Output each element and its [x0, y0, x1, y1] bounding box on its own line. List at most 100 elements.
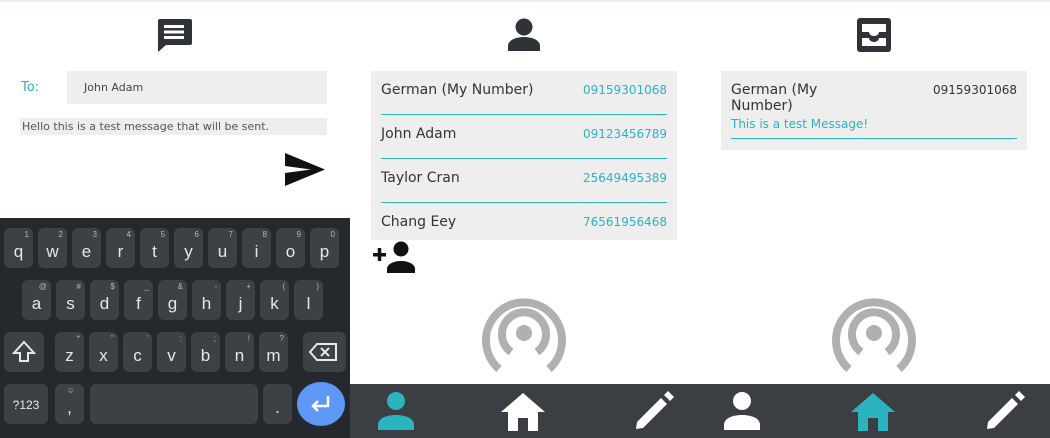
contact-row[interactable]: Chang Eey 76561956468 — [381, 203, 667, 240]
contacts-screen: German (My Number) 09159301068 John Adam… — [350, 0, 700, 438]
key-x[interactable]: x " — [89, 332, 118, 372]
sender-number: 09159301068 — [933, 83, 1017, 97]
wireless-signal-icon — [482, 298, 566, 373]
key-hint: 7 — [228, 230, 233, 239]
key-q[interactable]: q1 — [4, 228, 33, 268]
key-label: m — [266, 346, 281, 365]
symbols-key[interactable]: ?123 — [4, 384, 48, 424]
key-u[interactable]: u7 — [208, 228, 237, 268]
key-hint: ? — [279, 334, 284, 343]
contact-name: Taylor Cran — [381, 170, 460, 186]
key-hint: 4 — [126, 230, 131, 239]
key-l[interactable]: l) — [294, 280, 323, 320]
key-s[interactable]: s # — [56, 280, 85, 320]
contact-row[interactable]: John Adam 09123456789 — [381, 115, 667, 159]
bottom-navbar — [700, 384, 1050, 438]
key-hint: 2 — [58, 230, 63, 239]
key-label: t — [152, 242, 157, 261]
key-hint: # — [76, 282, 81, 291]
key-label: n — [234, 346, 245, 365]
contact-row[interactable]: German (My Number) 09159301068 — [381, 71, 667, 115]
edit-pencil-icon[interactable] — [982, 388, 1028, 434]
person-icon[interactable] — [373, 388, 419, 434]
add-person-icon[interactable] — [373, 241, 416, 273]
enter-icon — [311, 396, 330, 412]
message-card[interactable]: German (My Number) 09159301068 This is a… — [721, 71, 1027, 150]
key-hint: 0 — [330, 230, 335, 239]
top-divider — [700, 0, 1050, 2]
backspace-key[interactable] — [303, 332, 346, 372]
key-label: o — [285, 242, 296, 261]
key-o[interactable]: o9 — [276, 228, 305, 268]
key-hint: ; — [213, 334, 216, 343]
key-hint: + — [246, 282, 251, 291]
key-p[interactable]: p0 — [310, 228, 339, 268]
key-t[interactable]: t5 — [140, 228, 169, 268]
recipient-input[interactable]: John Adam — [67, 71, 327, 104]
contact-number: 09123456789 — [583, 127, 667, 141]
key-hint: 3 — [92, 230, 97, 239]
key-j[interactable]: j + — [226, 280, 255, 320]
key-hint: " — [111, 334, 114, 343]
message-input[interactable]: Hello this is a test message that will b… — [20, 118, 327, 135]
inbox-icon — [857, 18, 891, 52]
key-hint: 6 — [194, 230, 199, 239]
key-label: l — [306, 294, 311, 313]
sender-name: German (My Number) — [731, 82, 818, 114]
period-key[interactable]: . — [263, 384, 292, 424]
key-v[interactable]: v: — [157, 332, 186, 372]
key-hint: ' — [146, 334, 148, 343]
key-hint: * — [76, 334, 80, 343]
key-label: c — [133, 346, 142, 365]
enter-key[interactable] — [297, 382, 345, 426]
key-hint: $ — [110, 282, 115, 291]
key-label: ?123 — [12, 398, 40, 412]
key-hint: 9 — [296, 230, 301, 239]
key-i[interactable]: i8 — [242, 228, 271, 268]
key-z[interactable]: z * — [55, 332, 84, 372]
key-label: s — [66, 294, 75, 313]
home-icon[interactable] — [500, 388, 546, 434]
key-hint: ) — [316, 282, 319, 291]
contact-name: German (My Number) — [381, 82, 534, 98]
shift-key[interactable] — [4, 332, 44, 372]
key-c[interactable]: c ' — [123, 332, 152, 372]
onscreen-keyboard: q 1 w 2 e 3 r 4 t 5 y 6 u 7 i 8 o 9 p 0 a @ s # d $ f _ g & h - j + k(l) z *… — [0, 218, 350, 438]
contact-number: 25649495389 — [583, 171, 667, 185]
key-a[interactable]: a @ — [22, 280, 51, 320]
key-r[interactable]: r4 — [106, 228, 135, 268]
key-y[interactable]: y6 — [174, 228, 203, 268]
send-icon[interactable] — [285, 153, 325, 186]
edit-pencil-icon[interactable] — [631, 388, 677, 434]
key-label: y — [184, 242, 193, 261]
home-icon[interactable] — [850, 388, 896, 434]
space-key[interactable] — [90, 384, 258, 424]
contact-name: Chang Eey — [381, 214, 457, 230]
key-h[interactable]: h- — [192, 280, 221, 320]
key-d[interactable]: d $ — [90, 280, 119, 320]
key-hint: : — [179, 334, 182, 343]
key-m[interactable]: m? — [259, 332, 288, 372]
key-label: g — [167, 294, 178, 313]
person-icon[interactable] — [719, 388, 765, 434]
key-hint: @ — [38, 282, 47, 291]
key-label: a — [31, 294, 42, 313]
key-label: p — [319, 242, 330, 261]
bottom-navbar — [350, 384, 700, 438]
key-label: . — [275, 398, 280, 417]
key-w[interactable]: w2 — [38, 228, 67, 268]
key-k[interactable]: k( — [260, 280, 289, 320]
comma-key[interactable]: , ☺ — [55, 384, 84, 424]
key-hint: ☺ — [66, 386, 75, 395]
key-n[interactable]: n! — [225, 332, 254, 372]
key-hint: _ — [144, 282, 149, 291]
key-b[interactable]: b; — [191, 332, 220, 372]
key-label: f — [136, 294, 141, 313]
key-g[interactable]: g & — [158, 280, 187, 320]
contact-row[interactable]: Taylor Cran 25649495389 — [381, 159, 667, 203]
inbox-screen: German (My Number) 09159301068 This is a… — [700, 0, 1050, 438]
key-f[interactable]: f _ — [124, 280, 153, 320]
key-e[interactable]: e3 — [72, 228, 101, 268]
key-label: q — [13, 242, 24, 261]
key-label: h — [201, 294, 212, 313]
